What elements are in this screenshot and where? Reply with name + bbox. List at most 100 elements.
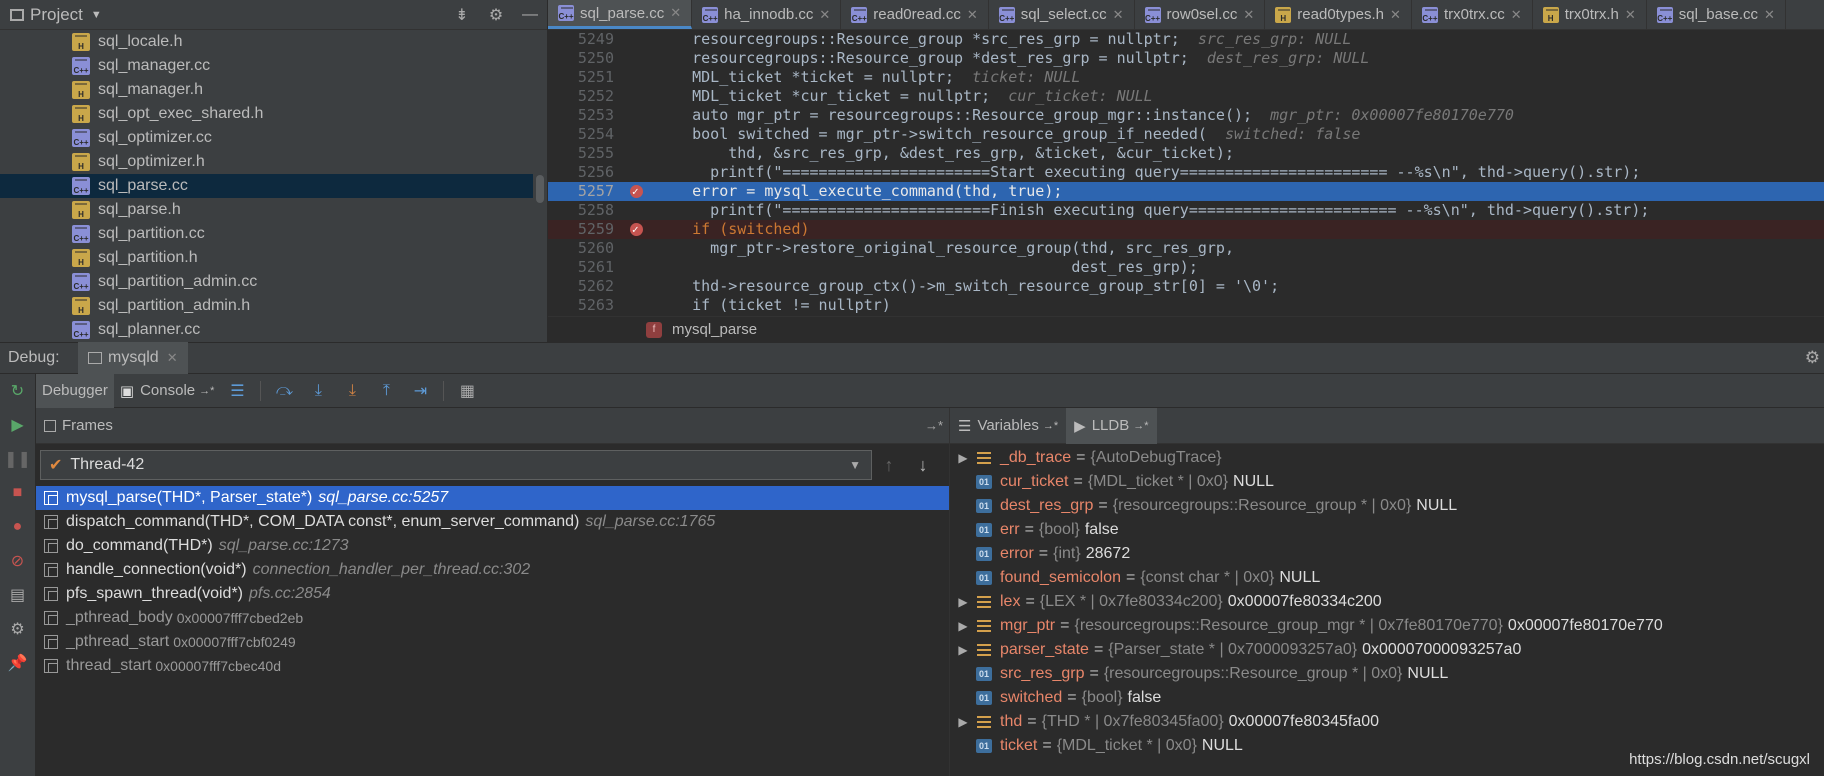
code-line[interactable]: 5256 printf("=======================Star… xyxy=(548,163,1824,182)
file-tree-item[interactable]: Hsql_manager.h xyxy=(0,78,533,102)
variable-row[interactable]: 01 err = {bool} false xyxy=(950,518,1824,542)
breakpoint-icon[interactable] xyxy=(630,220,643,239)
editor-tab[interactable]: C++ row0sel.cc ✕ xyxy=(1135,0,1266,29)
file-tree-item[interactable]: Hsql_locale.h xyxy=(0,30,533,54)
collapse-all-icon[interactable]: ⇟ xyxy=(445,5,479,25)
close-icon[interactable]: ✕ xyxy=(1243,7,1254,23)
pause-icon[interactable]: ❚❚ xyxy=(0,442,35,476)
code-editor[interactable]: 5249 resourcegroups::Resource_group *src… xyxy=(548,30,1824,316)
editor-tab[interactable]: Htrx0trx.h ✕ xyxy=(1533,0,1647,29)
code-line[interactable]: 5258 printf("=======================Fini… xyxy=(548,201,1824,220)
close-icon[interactable]: ✕ xyxy=(167,350,178,366)
line-number[interactable]: 5256 xyxy=(548,163,620,182)
line-number[interactable]: 5261 xyxy=(548,258,620,277)
breakpoint-gutter[interactable] xyxy=(620,106,656,125)
current-execution-line[interactable]: 5257 error = mysql_execute_command(thd, … xyxy=(548,182,1824,201)
close-icon[interactable]: ✕ xyxy=(1625,7,1636,23)
breakpoint-gutter[interactable] xyxy=(620,220,656,239)
file-tree-item[interactable]: C++ sql_optimizer.cc xyxy=(0,126,533,150)
close-icon[interactable]: ✕ xyxy=(1113,7,1124,23)
code-line[interactable]: 5252 MDL_ticket *cur_ticket = nullptr; c… xyxy=(548,87,1824,106)
tab-lldb[interactable]: ▶ LLDB →* xyxy=(1066,407,1157,444)
variable-row[interactable]: ▶ parser_state = {Parser_state * | 0x700009… xyxy=(950,638,1824,662)
code-line[interactable]: 5253 auto mgr_ptr = resourcegroups::Reso… xyxy=(548,106,1824,125)
line-number[interactable]: 5262 xyxy=(548,277,620,296)
restore-layout-icon[interactable]: →* xyxy=(199,385,214,397)
file-tree-item[interactable]: C++ sql_planner.cc xyxy=(0,318,533,342)
run-to-cursor-icon[interactable]: ⇥ xyxy=(403,381,437,401)
code-line[interactable]: 5255 thd, &src_res_grp, &dest_res_grp, &… xyxy=(548,144,1824,163)
thread-dropdown[interactable]: ✔ Thread-42 ▼ xyxy=(40,450,872,480)
settings-icon[interactable]: ⚙ xyxy=(0,612,35,646)
code-line[interactable]: 5262 thd->resource_group_ctx()->m_switch… xyxy=(548,277,1824,296)
close-icon[interactable]: ✕ xyxy=(670,5,681,21)
close-icon[interactable]: ✕ xyxy=(1511,7,1522,23)
breakpoint-gutter[interactable] xyxy=(620,30,656,49)
breakpoint-gutter[interactable] xyxy=(620,163,656,182)
line-number[interactable]: 5249 xyxy=(548,30,620,49)
code-line[interactable]: 5259 if (switched) xyxy=(548,220,1824,239)
tab-debugger[interactable]: Debugger xyxy=(36,373,114,408)
resume-icon[interactable]: ▶ xyxy=(0,408,35,442)
stack-frame[interactable]: _pthread_body 0x00007fff7cbed2eb xyxy=(36,606,949,630)
project-title[interactable]: Project xyxy=(30,5,83,25)
code-line[interactable]: 5251 MDL_ticket *ticket = nullptr; ticke… xyxy=(548,68,1824,87)
hide-panel-icon[interactable]: →* xyxy=(925,418,949,433)
stop-icon[interactable]: ■ xyxy=(0,476,35,510)
stack-frame[interactable]: _pthread_start 0x00007fff7cbf0249 xyxy=(36,630,949,654)
line-number[interactable]: 5258 xyxy=(548,201,620,220)
debug-session-tab[interactable]: mysqld ✕ xyxy=(78,342,188,374)
mute-breakpoints-icon[interactable]: ⊘ xyxy=(0,544,35,578)
code-line[interactable]: 5249 resourcegroups::Resource_group *src… xyxy=(548,30,1824,49)
expand-triangle-icon[interactable]: ▶ xyxy=(950,595,976,609)
file-tree-item[interactable]: C++ sql_manager.cc xyxy=(0,54,533,78)
variable-row[interactable]: 01 cur_ticket = {MDL_ticket * | 0x0} NULL xyxy=(950,470,1824,494)
breakpoint-icon[interactable] xyxy=(630,182,643,201)
variable-row[interactable]: 01 dest_res_grp = {resourcegroups::Resource… xyxy=(950,494,1824,518)
close-icon[interactable]: ✕ xyxy=(1390,7,1401,23)
breakpoint-gutter[interactable] xyxy=(620,296,656,315)
stack-frame[interactable]: thread_start 0x00007fff7cbec40d xyxy=(36,654,949,678)
editor-tab[interactable]: C++ sql_parse.cc ✕ xyxy=(548,0,693,29)
scrollbar-thumb[interactable] xyxy=(536,175,544,203)
layout-icon[interactable]: ▤ xyxy=(0,578,35,612)
stack-frame[interactable]: dispatch_command(THD*, COM_DATA const*, … xyxy=(36,510,949,534)
step-into-icon[interactable]: ⤓ xyxy=(301,382,335,400)
line-number[interactable]: 5253 xyxy=(548,106,620,125)
gear-icon[interactable]: ⚙ xyxy=(1805,348,1820,368)
editor-tab[interactable]: Hread0types.h ✕ xyxy=(1265,0,1412,29)
breakpoint-gutter[interactable] xyxy=(620,87,656,106)
variable-row[interactable]: 01 error = {int} 28672 xyxy=(950,542,1824,566)
file-tree-item[interactable]: C++ sql_partition_admin.cc xyxy=(0,270,533,294)
line-number[interactable]: 5251 xyxy=(548,68,620,87)
stack-frame[interactable]: do_command(THD*) sql_parse.cc:1273 xyxy=(36,534,949,558)
variable-row[interactable]: ▶ _db_trace = {AutoDebugTrace} xyxy=(950,446,1824,470)
file-tree-item[interactable]: Hsql_partition_admin.h xyxy=(0,294,533,318)
variable-row[interactable]: ▶ lex = {LEX * | 0x7fe80334c200} 0x00007fe80… xyxy=(950,590,1824,614)
line-number[interactable]: 5254 xyxy=(548,125,620,144)
breakpoint-gutter[interactable] xyxy=(620,125,656,144)
stack-frame[interactable]: mysql_parse(THD*, Parser_state*) sql_pars… xyxy=(36,486,949,510)
stack-frame[interactable]: handle_connection(void*) connection_handl… xyxy=(36,558,949,582)
breakpoint-gutter[interactable] xyxy=(620,49,656,68)
show-execution-point-icon[interactable]: ☰ xyxy=(220,381,254,401)
code-line[interactable]: 5263 if (ticket != nullptr) xyxy=(548,296,1824,315)
code-line[interactable]: 5250 resourcegroups::Resource_group *des… xyxy=(548,49,1824,68)
pin-icon[interactable]: 📌 xyxy=(0,646,35,680)
close-icon[interactable]: ✕ xyxy=(1764,7,1775,23)
rerun-icon[interactable]: ↻ xyxy=(0,374,35,408)
expand-triangle-icon[interactable]: ▶ xyxy=(950,643,976,657)
file-tree-item[interactable]: C++ sql_parse.cc xyxy=(0,174,533,198)
step-over-icon[interactable]: ⤼ xyxy=(267,382,301,400)
variable-row[interactable]: 01 src_res_grp = {resourcegroups::Resource_… xyxy=(950,662,1824,686)
minimize-icon[interactable]: — xyxy=(513,6,547,24)
editor-tab[interactable]: C++ trx0trx.cc ✕ xyxy=(1412,0,1533,29)
editor-tab[interactable]: C++ sql_select.cc ✕ xyxy=(989,0,1135,29)
line-number[interactable]: 5263 xyxy=(548,296,620,315)
expand-triangle-icon[interactable]: ▶ xyxy=(950,619,976,633)
variable-row[interactable]: 01 found_semicolon = {const char * | 0x0} NU… xyxy=(950,566,1824,590)
code-line[interactable]: 5254 bool switched = mgr_ptr->switch_res… xyxy=(548,125,1824,144)
editor-tab[interactable]: C++ sql_base.cc ✕ xyxy=(1647,0,1786,29)
breakpoint-gutter[interactable] xyxy=(620,182,656,201)
step-out-icon[interactable]: ⤒ xyxy=(369,382,403,400)
